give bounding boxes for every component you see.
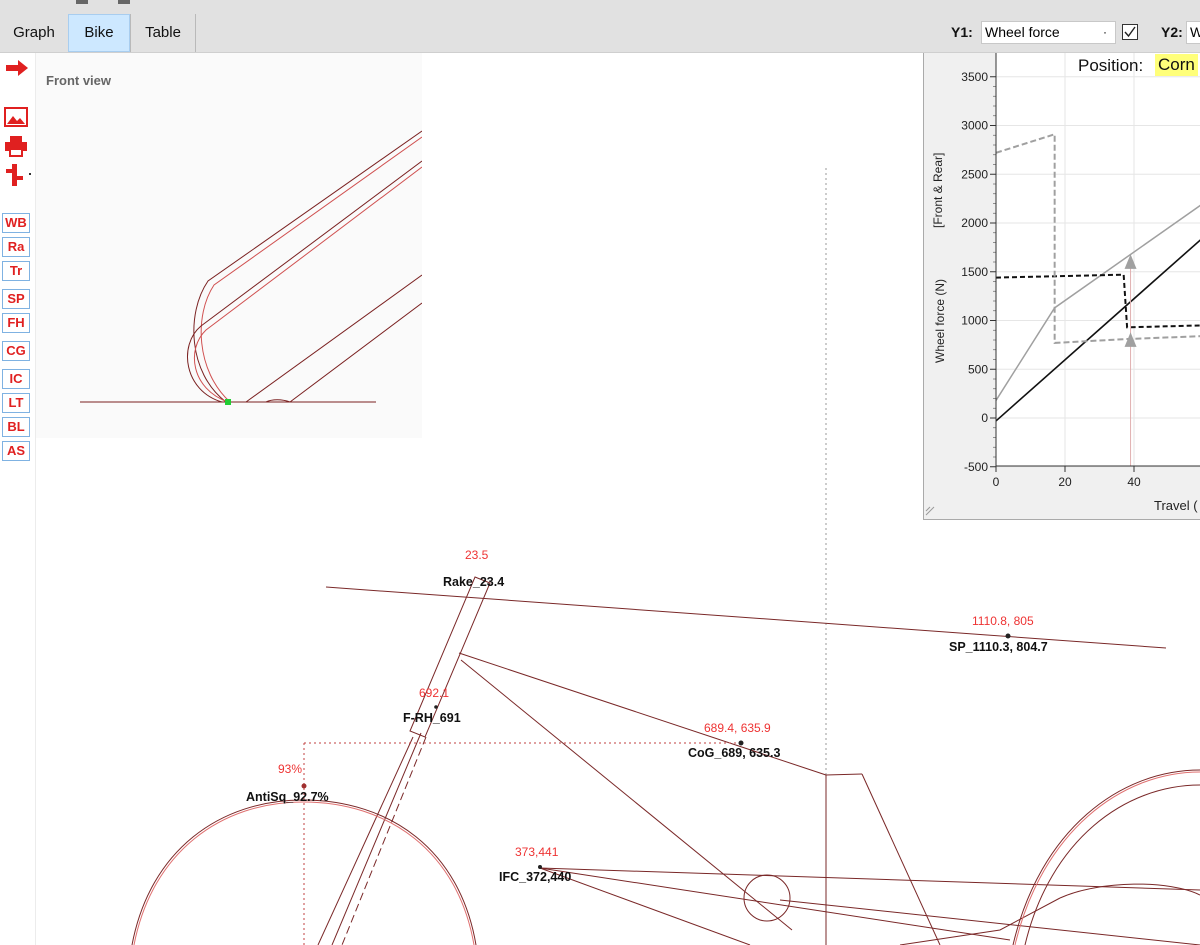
as-button[interactable]: AS bbox=[2, 441, 30, 461]
lt-button[interactable]: LT bbox=[2, 393, 30, 413]
adjust-icon[interactable] bbox=[4, 163, 32, 187]
wheel-force-chart: 3500300025002000150010005000-500020406 W… bbox=[925, 53, 1200, 516]
graph-panel: 3500300025002000150010005000-500020406 W… bbox=[923, 53, 1200, 520]
x-axis-label: Travel ( bbox=[1154, 498, 1198, 513]
sidebar: WB Ra Tr SP FH CG IC LT BL AS bbox=[0, 53, 36, 945]
front-view-panel: Front view bbox=[36, 53, 422, 438]
y-tick-label: 1500 bbox=[961, 265, 988, 279]
y-tick-label: 3500 bbox=[961, 70, 988, 84]
y1-checkbox[interactable] bbox=[1122, 24, 1138, 40]
tab-graph[interactable]: Graph bbox=[0, 14, 68, 52]
chevron-down-icon: · bbox=[1103, 25, 1107, 39]
image-icon[interactable] bbox=[4, 107, 28, 127]
y-tick-label: 3000 bbox=[961, 119, 988, 133]
sp-button[interactable]: SP bbox=[2, 289, 30, 309]
checkmark-icon bbox=[1124, 26, 1136, 38]
sp-label: SP_1110.3, 804.7 bbox=[949, 640, 1048, 654]
y-tick-label: 2000 bbox=[961, 216, 988, 230]
x-tick-label: 40 bbox=[1127, 475, 1141, 489]
frh-red-label: 692.1 bbox=[419, 686, 449, 700]
tab-bike[interactable]: Bike bbox=[68, 14, 130, 52]
rake-label: Rake_23.4 bbox=[443, 575, 504, 589]
y-tick-label: 2500 bbox=[961, 167, 988, 181]
y1-label: Y1: bbox=[951, 24, 973, 40]
ifc-red-label: 373,441 bbox=[515, 845, 559, 859]
tab-table[interactable]: Table bbox=[130, 14, 196, 52]
y-tick-label: 1000 bbox=[961, 314, 988, 328]
antisq-label: AntiSq_92.7% bbox=[246, 790, 329, 804]
x-tick-label: 20 bbox=[1058, 475, 1072, 489]
cog-red-label: 689.4, 635.9 bbox=[704, 721, 771, 735]
y-tick-label: 0 bbox=[981, 411, 988, 425]
y1-select-value: Wheel force bbox=[985, 24, 1060, 40]
fh-button[interactable]: FH bbox=[2, 313, 30, 333]
antisq-red-label: 93% bbox=[278, 762, 302, 776]
wb-button[interactable]: WB bbox=[2, 213, 30, 233]
y1-select[interactable]: Wheel force · bbox=[981, 21, 1116, 44]
bl-button[interactable]: BL bbox=[2, 417, 30, 437]
ic-button[interactable]: IC bbox=[2, 369, 30, 389]
ifc-label: IFC_372,440 bbox=[499, 870, 571, 884]
resize-grip-icon bbox=[925, 506, 935, 516]
rake-red-label: 23.5 bbox=[465, 548, 489, 562]
ra-button[interactable]: Ra bbox=[2, 237, 30, 257]
y-tick-label: -500 bbox=[964, 460, 988, 474]
cg-button[interactable]: CG bbox=[2, 341, 30, 361]
front-view-drawing bbox=[80, 130, 422, 405]
frh-label: F-RH_691 bbox=[403, 711, 461, 725]
x-tick-label: 0 bbox=[993, 475, 1000, 489]
y2-label: Y2: bbox=[1161, 24, 1183, 40]
y-tick-label: 500 bbox=[968, 362, 988, 376]
y2-select[interactable]: W bbox=[1186, 21, 1200, 44]
y-axis-label-2: [Front & Rear] bbox=[931, 153, 945, 228]
position-label: Position: bbox=[1078, 56, 1144, 75]
contact-point-icon bbox=[225, 399, 231, 405]
y-axis-label: Wheel force (N) bbox=[933, 279, 947, 363]
arrow-right-icon[interactable] bbox=[4, 58, 30, 78]
y2-select-value: W bbox=[1190, 24, 1200, 40]
sp-red-label: 1110.8, 805 bbox=[972, 614, 1034, 628]
print-icon[interactable] bbox=[4, 135, 28, 157]
tr-button[interactable]: Tr bbox=[2, 261, 30, 281]
toolbar: Graph Bike Table Y1: Wheel force · Y2: W bbox=[0, 0, 1200, 53]
position-value: Corn bbox=[1155, 54, 1198, 76]
plot-area bbox=[996, 53, 1200, 466]
title-icons bbox=[76, 0, 130, 4]
cog-label: CoG_689, 635.3 bbox=[688, 746, 780, 760]
